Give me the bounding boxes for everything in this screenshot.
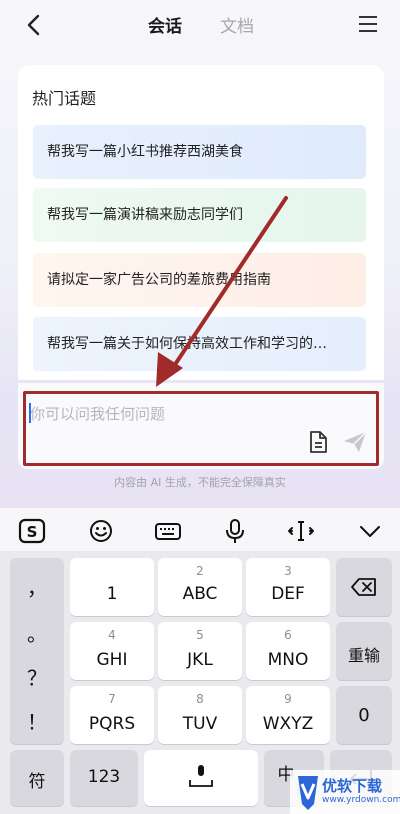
backspace-icon [351, 578, 376, 596]
keyboard-toolbar: S [0, 507, 400, 551]
key-main-label: 符 [28, 772, 46, 792]
punct-comma-key[interactable]: ， [10, 572, 64, 601]
topic-item[interactable]: 请拟定一家广告公司的差旅费用指南 [33, 253, 366, 307]
tab-docs[interactable]: 文档 [220, 12, 254, 37]
delete-key[interactable] [336, 558, 392, 616]
key-sub-label: 3 [284, 564, 292, 578]
key-7[interactable]: 7 PQRS [70, 686, 154, 744]
key-9[interactable]: 9 WXYZ [246, 686, 330, 744]
microphone-icon[interactable] [221, 517, 249, 545]
hot-topics-card: 热门话题 帮我写一篇小红书推荐西湖美食 帮我写一篇演讲稿来励志同学们 请拟定一家… [18, 65, 384, 380]
key-main-label: 123 [87, 767, 121, 787]
key-sub-label: 4 [108, 628, 116, 642]
hamburger-menu-icon[interactable] [358, 14, 378, 34]
key-main-label: PQRS [88, 714, 136, 734]
punct-period-key[interactable]: 。 [10, 618, 64, 647]
topic-item[interactable]: 帮我写一篇演讲稿来励志同学们 [33, 188, 366, 242]
key-8[interactable]: 8 TUV [158, 686, 242, 744]
key-main-label: TUV [182, 714, 218, 734]
reenter-key[interactable]: 重输 [336, 622, 392, 680]
key-main-label: 0 [358, 705, 370, 726]
topic-item[interactable]: 帮我写一篇小红书推荐西湖美食 [33, 125, 366, 179]
key-2[interactable]: 2 ABC [158, 558, 242, 616]
numbers-key[interactable]: 123 [70, 750, 138, 806]
key-sub-label: 2 [196, 564, 204, 578]
key-sub-label: 5 [196, 628, 204, 642]
space-mic-icon [189, 765, 213, 787]
watermark-url: www.yrdown.com [322, 795, 400, 805]
ai-disclaimer: 内容由 AI 生成，不能完全保障真实 [114, 476, 286, 489]
punct-question-key[interactable]: ？ [10, 662, 64, 691]
key-6[interactable]: 6 MNO [246, 622, 330, 680]
key-0[interactable]: 0 [336, 686, 392, 744]
tab-chat[interactable]: 会话 [148, 12, 182, 37]
keyboard-icon[interactable] [154, 517, 182, 545]
key-main-label: MNO [267, 650, 309, 670]
key-sub-label: 8 [196, 692, 204, 706]
key-main-label: 1 [106, 584, 118, 604]
key-sub-label: 6 [284, 628, 292, 642]
top-bar: 会话 文档 [0, 0, 400, 50]
cursor-move-icon[interactable] [287, 517, 315, 545]
emoji-icon[interactable] [87, 517, 115, 545]
key-4[interactable]: 4 GHI [70, 622, 154, 680]
key-main-label: ABC [182, 584, 218, 604]
watermark-name: 优软下载 [322, 777, 383, 795]
symbols-key[interactable]: 符 [10, 750, 64, 806]
key-sub-label: 7 [108, 692, 116, 706]
key-main-label: WXYZ [262, 714, 314, 734]
punct-exclaim-key[interactable]: ！ [10, 706, 64, 735]
chevron-left-icon[interactable] [22, 12, 48, 38]
topic-item[interactable]: 帮我写一篇关于如何保持高效工作和学习的… [33, 317, 366, 371]
punctuation-column[interactable]: ， 。 ？ ！ [10, 558, 64, 744]
key-main-label: 重输 [347, 646, 380, 665]
hot-topics-title: 热门话题 [32, 89, 97, 108]
key-main-label: JKL [187, 650, 213, 670]
key-1[interactable]: 1 [70, 558, 154, 616]
svg-text:S: S [27, 523, 38, 541]
key-3[interactable]: 3 DEF [246, 558, 330, 616]
key-main-label: DEF [271, 584, 305, 604]
chevron-down-icon[interactable] [356, 517, 384, 545]
sogou-logo-icon[interactable]: S [18, 517, 46, 545]
key-sub-label: 9 [284, 692, 292, 706]
input-highlight-box [23, 391, 379, 466]
space-key[interactable] [144, 750, 258, 806]
key-5[interactable]: 5 JKL [158, 622, 242, 680]
key-main-label: GHI [96, 650, 128, 670]
